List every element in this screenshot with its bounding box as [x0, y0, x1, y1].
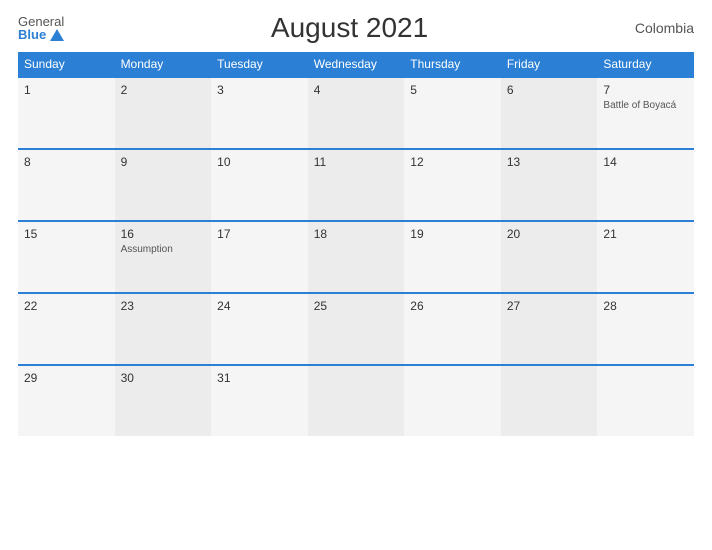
day-header-thursday: Thursday	[404, 52, 501, 76]
day-cell: 22	[18, 294, 115, 364]
day-number: 16	[121, 227, 206, 241]
day-cell: 24	[211, 294, 308, 364]
day-number: 27	[507, 299, 592, 313]
day-number: 13	[507, 155, 592, 169]
day-cell: 9	[115, 150, 212, 220]
day-number: 21	[603, 227, 688, 241]
day-cell: 19	[404, 222, 501, 292]
day-headers-row: SundayMondayTuesdayWednesdayThursdayFrid…	[18, 52, 694, 76]
day-number: 8	[24, 155, 109, 169]
day-header-tuesday: Tuesday	[211, 52, 308, 76]
day-number: 31	[217, 371, 302, 385]
day-number: 25	[314, 299, 399, 313]
day-number: 4	[314, 83, 399, 97]
week-row-4: 22 23 24 25 26 27 28	[18, 292, 694, 364]
day-event: Assumption	[121, 244, 206, 255]
calendar-header: General Blue August 2021 Colombia	[18, 12, 694, 44]
day-cell: 7 Battle of Boyacá	[597, 78, 694, 148]
weeks-container: 1234567Battle of Boyacá8910111213141516A…	[18, 76, 694, 436]
week-row-2: 89 10 11 12 13 14	[18, 148, 694, 220]
logo-triangle-icon	[50, 29, 64, 41]
day-cell: 2	[115, 78, 212, 148]
day-number: 28	[603, 299, 688, 313]
logo: General Blue	[18, 15, 64, 41]
day-cell	[404, 366, 501, 436]
day-cell: 14	[597, 150, 694, 220]
day-cell: 3	[211, 78, 308, 148]
day-number: 20	[507, 227, 592, 241]
day-number: 1	[24, 83, 109, 97]
day-number: 24	[217, 299, 302, 313]
day-number: 29	[24, 371, 109, 385]
day-cell: 21	[597, 222, 694, 292]
calendar-container: General Blue August 2021 Colombia Sunday…	[0, 0, 712, 550]
day-number: 23	[121, 299, 206, 313]
day-number: 12	[410, 155, 495, 169]
week-row-5: 29 30 31	[18, 364, 694, 436]
day-cell: 25	[308, 294, 405, 364]
day-cell: 23	[115, 294, 212, 364]
day-cell: 20	[501, 222, 598, 292]
day-cell: 15	[18, 222, 115, 292]
day-cell: 6	[501, 78, 598, 148]
day-number: 22	[24, 299, 109, 313]
day-cell: 11	[308, 150, 405, 220]
day-header-saturday: Saturday	[597, 52, 694, 76]
day-cell: 13	[501, 150, 598, 220]
day-number: 3	[217, 83, 302, 97]
day-number: 18	[314, 227, 399, 241]
day-cell: 10	[211, 150, 308, 220]
day-cell: 4	[308, 78, 405, 148]
logo-blue-text: Blue	[18, 28, 64, 41]
month-title: August 2021	[271, 12, 428, 44]
day-number: 9	[121, 155, 206, 169]
day-number: 2	[121, 83, 206, 97]
day-event: Battle of Boyacá	[603, 100, 688, 111]
day-cell: 29	[18, 366, 115, 436]
country-label: Colombia	[635, 20, 694, 36]
day-cell: 5	[404, 78, 501, 148]
day-cell: 26	[404, 294, 501, 364]
day-cell	[597, 366, 694, 436]
day-number: 10	[217, 155, 302, 169]
day-number: 30	[121, 371, 206, 385]
day-header-monday: Monday	[115, 52, 212, 76]
day-cell: 1	[18, 78, 115, 148]
day-number: 11	[314, 155, 399, 169]
day-number: 7	[603, 83, 688, 97]
day-header-friday: Friday	[501, 52, 598, 76]
week-row-1: 1234567 Battle of Boyacá	[18, 76, 694, 148]
day-cell	[501, 366, 598, 436]
day-cell: 30	[115, 366, 212, 436]
day-number: 5	[410, 83, 495, 97]
day-number: 14	[603, 155, 688, 169]
day-cell: 17	[211, 222, 308, 292]
day-header-sunday: Sunday	[18, 52, 115, 76]
day-cell: 12	[404, 150, 501, 220]
day-header-wednesday: Wednesday	[308, 52, 405, 76]
day-number: 6	[507, 83, 592, 97]
day-cell: 8	[18, 150, 115, 220]
day-cell: 31	[211, 366, 308, 436]
day-cell	[308, 366, 405, 436]
day-number: 15	[24, 227, 109, 241]
day-number: 26	[410, 299, 495, 313]
day-number: 19	[410, 227, 495, 241]
day-cell: 28	[597, 294, 694, 364]
day-number: 17	[217, 227, 302, 241]
day-cell: 27	[501, 294, 598, 364]
day-cell: 18	[308, 222, 405, 292]
week-row-3: 15 16 Assumption 17 18 19 20 21	[18, 220, 694, 292]
day-cell: 16 Assumption	[115, 222, 212, 292]
